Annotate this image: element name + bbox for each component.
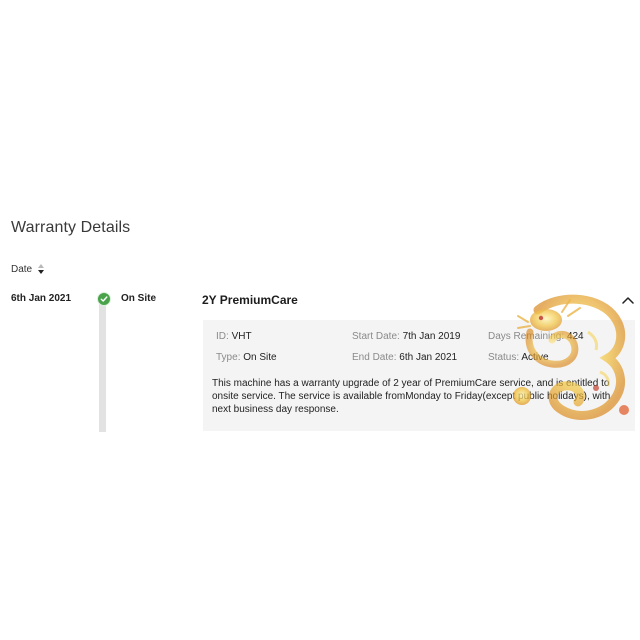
end-date-value: 6th Jan 2021 [399,352,458,363]
start-date-label: Start Date [352,331,398,342]
collapse-button[interactable] [620,293,636,307]
end-date-field: End Date: 6th Jan 2021 [352,352,458,363]
status-value: Active [521,352,549,363]
type-field: Type: On Site [216,352,277,363]
chevron-up-icon [622,297,634,304]
page-title: Warranty Details [11,219,131,236]
days-remaining-label: Days Remaining [488,331,562,342]
warranty-page: Warranty Details Date 6th Jan 2021 On Si… [0,0,640,640]
entry-date: 6th Jan 2021 [11,293,72,304]
timeline-bar [99,302,106,432]
id-label: ID [216,331,226,342]
start-date-value: 7th Jan 2019 [402,331,461,342]
warranty-description: This machine has a warranty upgrade of 2… [212,378,611,415]
id-field: ID: VHT [216,331,252,342]
id-value: VHT [231,331,252,342]
type-value: On Site [243,352,277,363]
sort-label: Date [11,263,33,275]
warranty-detail-panel: ID: VHT Start Date: 7th Jan 2019 Days Re… [203,320,635,431]
check-circle-icon [97,292,111,306]
status-field: Status: Active [488,352,549,363]
days-remaining-value: 424 [566,331,584,342]
date-sort-control[interactable]: Date [11,262,45,276]
type-label: Type [216,352,238,363]
status-label: Status [488,352,517,363]
entry-service-type: On Site [121,293,157,304]
days-remaining-field: Days Remaining: 424 [488,331,584,342]
plan-name: 2Y PremiumCare [202,293,298,307]
sort-arrows-icon[interactable] [36,262,45,276]
start-date-field: Start Date: 7th Jan 2019 [352,331,461,342]
end-date-label: End Date [352,352,394,363]
